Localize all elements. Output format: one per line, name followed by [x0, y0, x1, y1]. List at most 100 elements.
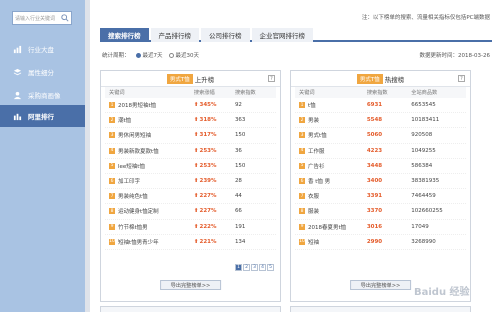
keyword-cell[interactable]: 4 工作服 — [295, 147, 367, 155]
table-row[interactable]: 9 竹节棉t恤男 ⬆222% 191 — [105, 220, 276, 235]
user-icon — [12, 90, 22, 100]
keyword-text[interactable]: 广告衫 — [308, 162, 325, 170]
keyword-cell[interactable]: 2 男装 — [295, 116, 367, 124]
tab-product-ranking[interactable]: 产品排行榜 — [150, 28, 199, 42]
table-row[interactable]: 9 2018春夏男t恤 3016 17049 — [295, 220, 466, 235]
table-row[interactable]: 4 工作服 4223 1049255 — [295, 144, 466, 159]
page-2[interactable]: 2 — [243, 264, 250, 271]
sidebar-item-label: 属性细分 — [28, 69, 54, 77]
radio-30-days[interactable] — [168, 52, 174, 58]
table-row[interactable]: 2 男装 5548 10183411 — [295, 113, 466, 129]
table-row[interactable]: 1 2018男短袖t恤 ⬆345% 92 — [105, 98, 276, 114]
keyword-text[interactable]: 衣服 — [308, 192, 319, 200]
search-icon[interactable] — [61, 14, 69, 22]
help-icon[interactable]: ? — [458, 75, 465, 82]
tab-website-ranking[interactable]: 企业官网排行榜 — [251, 28, 313, 42]
keyword-cell[interactable]: 3 男式t恤 — [295, 131, 367, 139]
keyword-text[interactable]: 竹节棉t恤男 — [118, 223, 148, 231]
table-header: 关键词 搜索涨幅 搜索指数 — [105, 87, 276, 98]
keyword-cell[interactable]: 9 2018春夏男t恤 — [295, 223, 367, 231]
search-box[interactable]: 请输入行业关键词 — [12, 11, 72, 25]
table-row[interactable]: 10 短袖t恤男青少年 ⬆221% 134 — [105, 235, 276, 250]
keyword-cell[interactable]: 8 运动健身t恤定制 — [105, 207, 194, 215]
keyword-cell[interactable]: 3 男休闲男短袖 — [105, 131, 194, 139]
rank-badge: 4 — [299, 147, 305, 154]
export-full-list-button[interactable]: 导出完整榜单>> — [349, 280, 412, 290]
keyword-text[interactable]: 运动健身t恤定制 — [118, 207, 159, 215]
keyword-cell[interactable]: 1 2018男短袖t恤 — [105, 101, 194, 109]
keyword-cell[interactable]: 1 t恤 — [295, 101, 367, 109]
keyword-text[interactable]: 潮t恤 — [118, 116, 131, 124]
rank-badge: 3 — [299, 132, 305, 139]
radio-7-days[interactable] — [135, 52, 141, 58]
table-row[interactable]: 5 lee短袖t恤 ⬆253% 150 — [105, 159, 276, 174]
keyword-text[interactable]: 短袖t恤男青少年 — [118, 238, 159, 246]
keyword-cell[interactable]: 7 男装纯色t恤 — [105, 192, 194, 200]
radio-7-days-label[interactable]: 最近7天 — [143, 51, 163, 59]
table-row[interactable]: 7 衣服 3391 7464459 — [295, 189, 466, 205]
arrow-up-icon: ⬆ — [193, 223, 199, 230]
keyword-cell[interactable]: 9 竹节棉t恤男 — [105, 223, 194, 231]
search-index-cell: 150 — [234, 132, 246, 139]
keyword-cell[interactable]: 5 广告衫 — [295, 162, 367, 170]
table-row[interactable]: 6香 t恤 男 3400 38381935 — [295, 174, 466, 190]
table-row[interactable]: 8 服装 3370 102660255 — [295, 204, 466, 220]
keyword-text[interactable]: 2018春夏男t恤 — [308, 223, 346, 231]
keyword-cell[interactable]: 5 lee短袖t恤 — [105, 162, 194, 170]
keyword-text[interactable]: 2018男短袖t恤 — [118, 101, 156, 109]
keyword-text[interactable]: 男装纯色t恤 — [118, 192, 148, 200]
tab-search-ranking[interactable]: 搜索排行榜 — [100, 28, 149, 42]
keyword-text[interactable]: 男休闲男短袖 — [118, 131, 151, 139]
keyword-text[interactable]: 加工印字 — [118, 177, 140, 185]
search-index-cell: 3016 — [366, 223, 383, 230]
table-row[interactable]: 2 潮t恤 ⬆318% 363 — [105, 113, 276, 129]
keyword-cell[interactable]: 7 衣服 — [295, 192, 367, 200]
keyword-cell[interactable]: 10 短袖 — [295, 238, 367, 246]
keyword-text[interactable]: 男式t恤 — [308, 131, 327, 139]
table-row[interactable]: 3 男式t恤 5060 920508 — [295, 128, 466, 144]
table-row[interactable]: 10 短袖 2990 3268990 — [295, 235, 466, 250]
keyword-text[interactable]: 服装 — [308, 207, 319, 215]
keyword-cell[interactable]: 6 加工印字 — [105, 177, 194, 185]
keyword-text[interactable]: 工作服 — [308, 147, 325, 155]
growth-cell: ⬆318% — [194, 117, 235, 123]
table-row[interactable]: 7 男装纯色t恤 ⬆227% 44 — [105, 189, 276, 205]
radio-30-days-label[interactable]: 最近30天 — [176, 51, 200, 59]
col-growth: 搜索涨幅 — [193, 90, 215, 96]
growth-cell: ⬆253% — [194, 163, 235, 169]
table-row[interactable]: 6 加工印字 ⬆239% 28 — [105, 174, 276, 190]
keyword-text[interactable]: 香 t恤 男 — [308, 177, 330, 185]
search-input[interactable]: 请输入行业关键词 — [15, 15, 55, 22]
keyword-cell[interactable]: 8 服装 — [295, 207, 367, 215]
keyword-text[interactable]: 短袖 — [308, 238, 319, 246]
sidebar-item-ali-ranking[interactable]: 阿里排行 — [0, 105, 85, 127]
keyword-text[interactable]: 男装新款夏款t恤 — [118, 147, 159, 155]
sidebar-item-buyer-profile[interactable]: 采购商画像 — [0, 84, 85, 106]
keyword-cell[interactable]: 6香 t恤 男 — [295, 177, 367, 185]
page-3[interactable]: 3 — [251, 264, 258, 271]
sidebar-item-attributes[interactable]: 属性细分 — [0, 61, 85, 83]
export-full-list-button[interactable]: 导出完整榜单>> — [159, 280, 222, 290]
sidebar-item-industry[interactable]: 行业大盘 — [0, 38, 85, 60]
table-row[interactable]: 3 男休闲男短袖 ⬆317% 150 — [105, 128, 276, 144]
table-row[interactable]: 4 男装新款夏款t恤 ⬆253% 36 — [105, 144, 276, 159]
keyword-cell[interactable]: 2 潮t恤 — [105, 116, 194, 124]
col-keyword: 关键词 — [109, 90, 125, 96]
page-1[interactable]: 1 — [235, 264, 242, 271]
hot-search-panel: 男式T恤 热搜榜 ? 关键词 搜索指数 全站商品数 1 t恤 6931 6653545… — [290, 70, 471, 302]
keyword-text[interactable]: t恤 — [308, 101, 316, 109]
product-count-cell: 1049255 — [411, 147, 436, 154]
page-5[interactable]: 5 — [267, 264, 274, 271]
panel-title: 热搜榜 — [384, 75, 405, 84]
table-row[interactable]: 8 运动健身t恤定制 ⬆227% 66 — [105, 204, 276, 220]
keyword-text[interactable]: 男装 — [308, 116, 319, 124]
keyword-cell[interactable]: 4 男装新款夏款t恤 — [105, 147, 194, 155]
table-row[interactable]: 5 广告衫 3448 586384 — [295, 159, 466, 174]
help-icon[interactable]: ? — [268, 75, 275, 82]
arrow-up-icon: ⬆ — [193, 238, 199, 245]
table-row[interactable]: 1 t恤 6931 6653545 — [295, 98, 466, 114]
page-4[interactable]: 4 — [259, 264, 266, 271]
keyword-text[interactable]: lee短袖t恤 — [118, 162, 145, 170]
tab-company-ranking[interactable]: 公司排行榜 — [201, 28, 250, 42]
keyword-cell[interactable]: 10 短袖t恤男青少年 — [105, 238, 194, 246]
